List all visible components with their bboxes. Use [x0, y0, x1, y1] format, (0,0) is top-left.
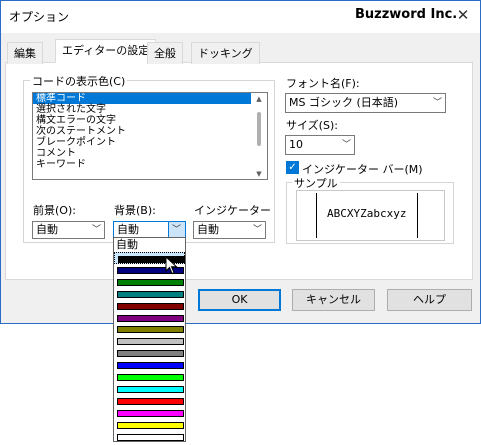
code-color-list[interactable]: 標準コード 選択された文字 構文エラーの文字 次のステートメント ブレークポイン…	[32, 92, 268, 180]
swatch-list	[114, 252, 185, 442]
chevron-down-icon: ﹀	[171, 225, 181, 235]
color-swatch	[117, 374, 184, 381]
tab-editor-settings[interactable]: エディターの設定	[55, 39, 157, 63]
indicator-combo[interactable]: 自動 ﹀	[193, 221, 266, 239]
color-swatch-option[interactable]	[114, 407, 185, 419]
indicator-bar-checkbox[interactable]: ✓	[286, 161, 299, 174]
size-label: サイズ(S):	[286, 119, 338, 132]
cancel-button[interactable]: キャンセル	[292, 289, 375, 311]
color-swatch-option[interactable]	[114, 312, 185, 324]
color-swatch-option[interactable]	[114, 419, 185, 431]
tab-docking[interactable]: ドッキング	[191, 42, 260, 64]
sample-text: ABCXYZabcxyz	[327, 207, 407, 220]
window-title: オプション	[9, 10, 70, 24]
list-item[interactable]: コメント	[33, 148, 267, 159]
sample-label: サンプル	[292, 175, 340, 191]
foreground-label: 前景(O):	[33, 204, 76, 217]
scroll-down-icon[interactable]: ▼	[251, 170, 267, 178]
color-swatch	[117, 397, 184, 405]
tab-general[interactable]: 全般	[147, 42, 183, 64]
chevron-down-icon: ﹀	[252, 225, 262, 235]
tab-edit[interactable]: 編集	[7, 42, 43, 64]
chevron-down-icon: ﹀	[432, 98, 442, 108]
color-swatch-option[interactable]	[114, 347, 185, 359]
list-item[interactable]: 選択された文字	[33, 104, 267, 115]
list-item[interactable]: 標準コード	[33, 93, 267, 104]
background-value: 自動	[117, 223, 139, 236]
color-swatch	[117, 326, 184, 334]
color-swatch	[117, 409, 184, 417]
color-swatch	[117, 278, 184, 286]
brand-name: Buzzword Inc.	[355, 7, 458, 22]
indicator-label: インジケーター	[194, 204, 271, 217]
size-combo[interactable]: 10 ﹀	[285, 135, 355, 155]
foreground-value: 自動	[36, 223, 58, 236]
close-icon[interactable]: ✕	[452, 4, 474, 26]
color-swatch	[117, 362, 184, 370]
sample-margin-line	[417, 193, 418, 238]
chevron-down-icon: ﹀	[91, 225, 101, 235]
color-swatch-option[interactable]	[114, 431, 185, 443]
dropdown-auto-option[interactable]: 自動	[114, 238, 185, 252]
font-label: フォント名(F):	[286, 77, 360, 90]
color-swatch	[117, 433, 184, 441]
color-swatch	[117, 350, 184, 358]
color-swatch-option[interactable]	[114, 395, 185, 407]
foreground-combo[interactable]: 自動 ﹀	[32, 221, 105, 239]
ok-button[interactable]: OK	[198, 289, 281, 311]
color-swatch	[117, 314, 184, 322]
font-combo[interactable]: MS ゴシック (日本語) ﹀	[285, 93, 446, 113]
scroll-up-icon[interactable]: ▲	[251, 95, 267, 103]
color-swatch-option[interactable]	[114, 323, 185, 335]
color-swatch-option[interactable]	[114, 300, 185, 312]
color-swatch	[117, 421, 184, 429]
color-swatch-option[interactable]	[114, 371, 185, 383]
color-swatch-option[interactable]	[114, 335, 185, 347]
color-swatch	[117, 385, 184, 393]
color-swatch-option[interactable]	[114, 359, 185, 371]
color-swatch-option[interactable]	[114, 276, 185, 288]
list-item[interactable]: キーワード	[33, 159, 267, 170]
list-item[interactable]: 構文エラーの文字	[33, 115, 267, 126]
indicator-value: 自動	[197, 223, 219, 236]
color-swatch	[117, 290, 184, 298]
list-item[interactable]: 次のステートメント	[33, 126, 267, 137]
color-swatch	[117, 338, 184, 346]
background-label: 背景(B):	[114, 204, 156, 217]
color-swatch	[117, 302, 184, 310]
list-item[interactable]: ブレークポイント	[33, 137, 267, 148]
color-swatch-option[interactable]	[114, 383, 185, 395]
help-button[interactable]: ヘルプ	[387, 289, 472, 311]
chevron-down-icon: ﹀	[341, 140, 351, 150]
size-value: 10	[289, 138, 303, 151]
font-value: MS ゴシック (日本語)	[289, 96, 399, 109]
color-swatch-option[interactable]	[114, 288, 185, 300]
sample-indicator-line	[316, 193, 317, 238]
code-color-group-label: コードの表示色(C)	[30, 73, 128, 89]
mouse-cursor-icon	[165, 256, 178, 275]
scroll-thumb[interactable]	[257, 112, 261, 146]
